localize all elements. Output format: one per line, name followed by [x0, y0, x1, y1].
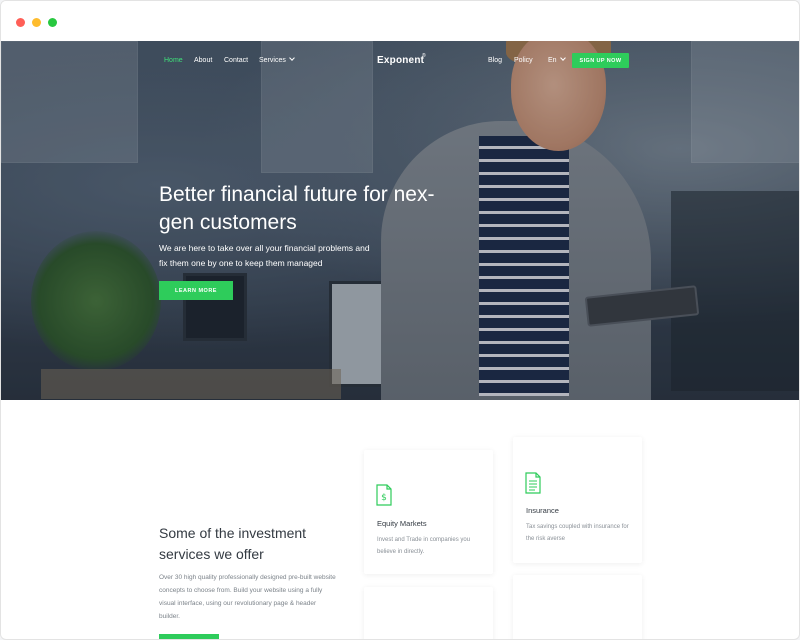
service-card-equity[interactable]: $ Equity Markets Invest and Trade in com… [364, 450, 493, 574]
svg-text:$: $ [381, 493, 387, 503]
service-card-insurance[interactable]: Insurance Tax savings coupled with insur… [513, 437, 642, 563]
dollar-document-icon: $ [376, 484, 392, 506]
nav-about-link[interactable]: About [194, 57, 212, 64]
window-titlebar [1, 1, 799, 42]
close-window-button[interactable] [16, 18, 25, 27]
services-cta-button[interactable] [159, 634, 219, 639]
browser-window: Better financial future for nex-gen cust… [0, 0, 800, 640]
top-navigation: Home About Contact Services Exponent ® B… [1, 41, 799, 81]
hero-section: Better financial future for nex-gen cust… [1, 41, 799, 400]
card-title: Equity Markets [377, 519, 427, 528]
nav-policy-link[interactable]: Policy [514, 57, 533, 64]
chevron-down-icon [289, 55, 295, 61]
language-selector[interactable]: En [548, 55, 566, 64]
nav-services-label: Services [259, 57, 286, 64]
brand-logo[interactable]: Exponent [377, 55, 424, 66]
hero-subtitle: We are here to take over all your financ… [159, 243, 370, 268]
nav-blog-link[interactable]: Blog [488, 57, 502, 64]
minimize-window-button[interactable] [32, 18, 41, 27]
card-title: Insurance [526, 506, 559, 515]
services-heading: Some of the investment services we offer [159, 525, 307, 562]
language-label: En [548, 57, 557, 64]
service-card-placeholder[interactable] [513, 575, 642, 639]
nav-home-link[interactable]: Home [164, 57, 183, 64]
nav-services-dropdown[interactable]: Services [259, 55, 295, 64]
card-text: Invest and Trade in companies you believ… [377, 537, 471, 555]
hero-title: Better financial future for nex-gen cust… [159, 183, 435, 234]
brand-trademark: ® [422, 53, 426, 59]
document-list-icon [525, 472, 541, 494]
services-description: Over 30 high quality professionally desi… [159, 574, 336, 620]
chevron-down-icon [559, 55, 566, 61]
learn-more-button[interactable]: LEARN MORE [159, 281, 233, 300]
service-card-placeholder[interactable] [364, 587, 493, 639]
maximize-window-button[interactable] [48, 18, 57, 27]
card-text: Tax savings coupled with insurance for t… [526, 524, 629, 542]
sign-up-button[interactable]: SIGN UP NOW [572, 53, 629, 68]
nav-contact-link[interactable]: Contact [224, 57, 248, 64]
